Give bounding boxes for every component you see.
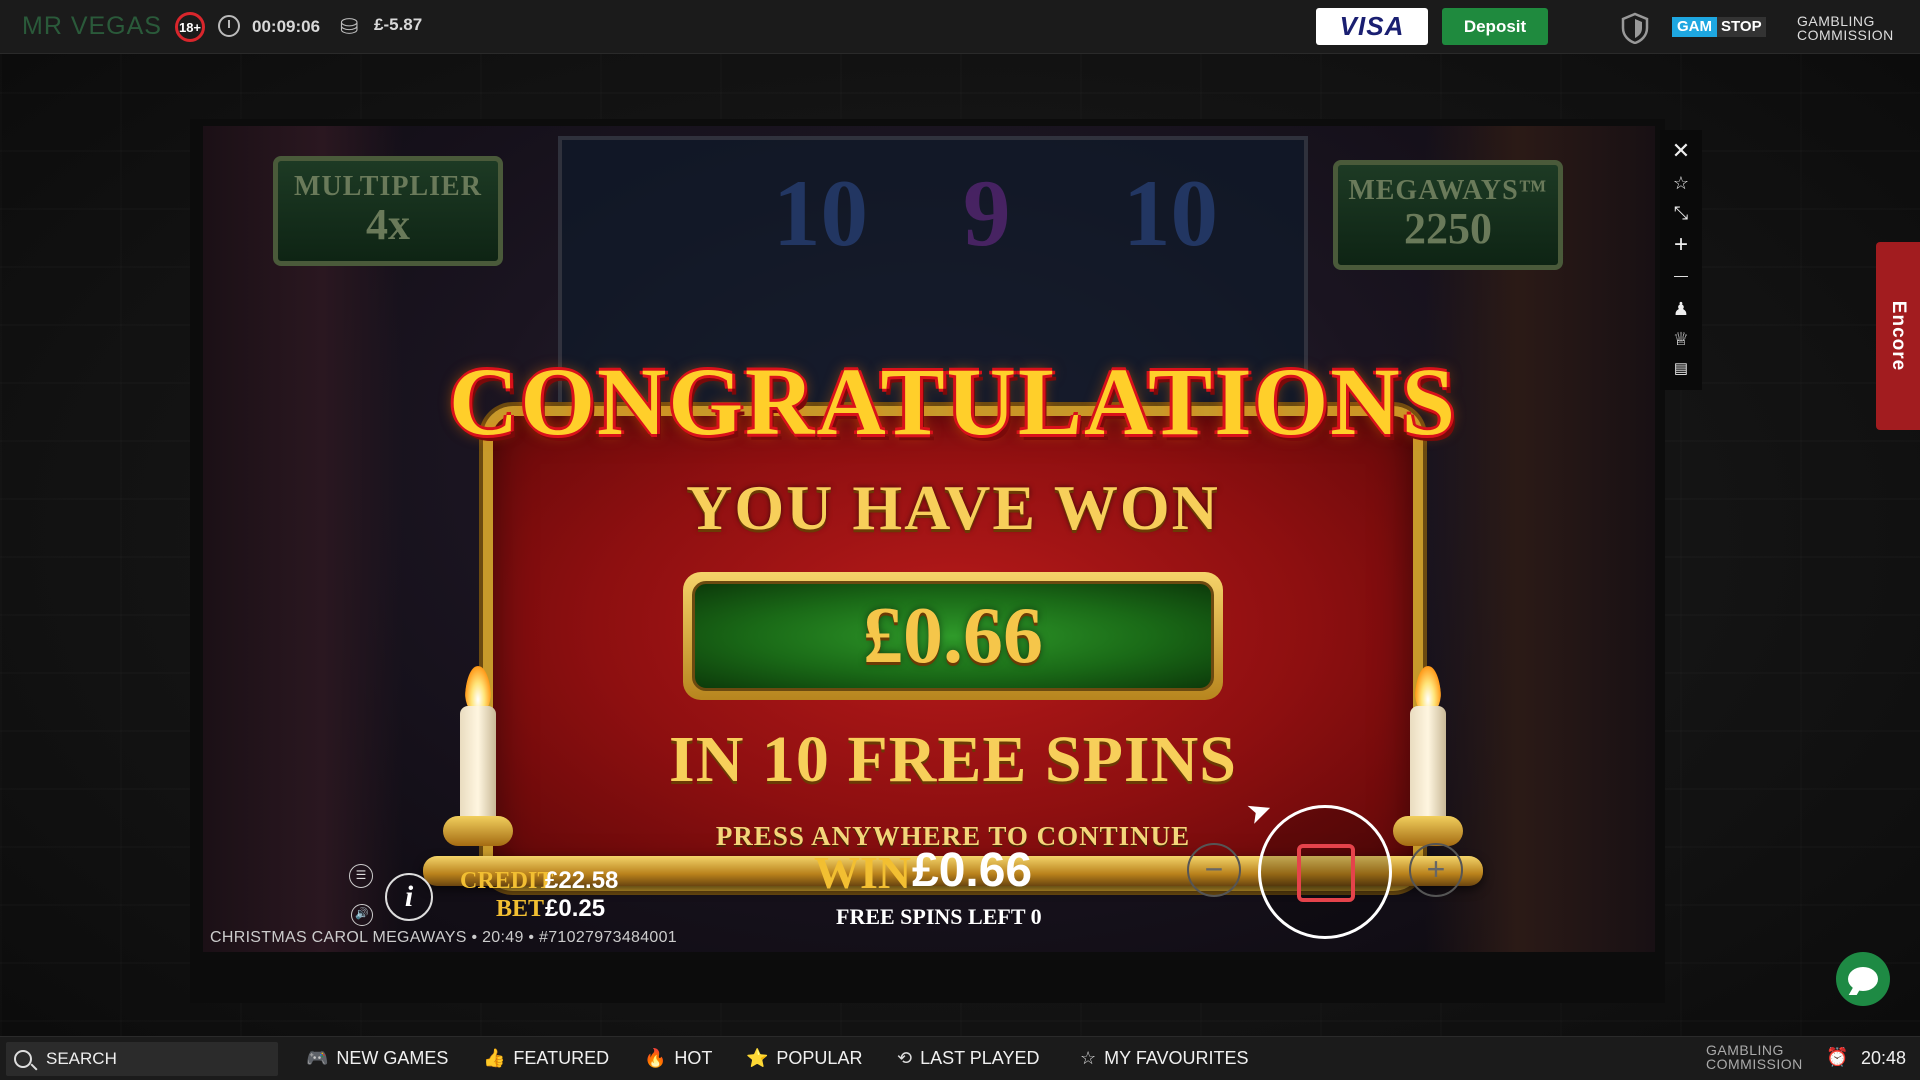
clock-icon [218, 15, 240, 37]
thumbs-up-icon: 👍 [483, 1048, 506, 1068]
info-icon[interactable]: i [385, 873, 433, 921]
nav-label: POPULAR [776, 1048, 863, 1068]
free-spins-left: FREE SPINS LEFT 0 [836, 904, 1042, 929]
age-restriction-badge: 18+ [175, 12, 205, 42]
zoom-out-icon[interactable]: — [1670, 264, 1692, 286]
top-bar: MR VEGAS 18+ 00:09:06 ⛁ £-5.87 VISA Depo… [0, 0, 1920, 54]
session-timer: 00:09:06 [252, 17, 321, 36]
money-icon: ⛁ [340, 14, 359, 39]
nav-last-played[interactable]: ⟲ LAST PLAYED [897, 1048, 1039, 1069]
menu-icon[interactable]: ☰ [349, 864, 373, 888]
megaways-title: MEGAWAYS™ [1348, 175, 1548, 206]
game-side-toolbar: ✕ ☆ ⤡ + — ♟ ♕ ▤ [1660, 130, 1702, 390]
bet-label: BET [496, 896, 545, 922]
you-have-won-text: YOU HAVE WON [686, 472, 1220, 543]
search-label: SEARCH [46, 1049, 117, 1068]
gamstop-stop: STOP [1717, 17, 1766, 37]
gambling-commission-footer[interactable]: GAMBLING COMMISSION [1706, 1043, 1803, 1071]
megaways-value: 2250 [1404, 204, 1492, 253]
bottom-nav: SEARCH 🎮 NEW GAMES 👍 FEATURED 🔥 HOT ⭐ PO… [0, 1036, 1920, 1080]
encore-tab[interactable]: Encore [1876, 242, 1920, 430]
zoom-in-icon[interactable]: + [1670, 233, 1692, 257]
search-input[interactable]: SEARCH [6, 1042, 278, 1076]
win-amount: £0.66 [863, 591, 1043, 680]
gamstop-link[interactable]: GAM STOP [1672, 17, 1766, 37]
game-canvas[interactable]: 10 9 10 MULTIPLIER 4x MEGAWAYS™ 2250 CON… [203, 126, 1655, 952]
deposit-button[interactable]: Deposit [1442, 8, 1548, 45]
stop-icon [1297, 844, 1355, 902]
sound-icon[interactable]: 🔊 [351, 904, 373, 926]
free-spins-text: IN 10 FREE SPINS [669, 723, 1237, 796]
congratulations-title: CONGRATULATIONS [449, 348, 1457, 455]
credit-label: CREDIT [460, 868, 554, 894]
popular-icon: ⭐ [746, 1048, 769, 1068]
nav-label: MY FAVOURITES [1104, 1048, 1249, 1068]
gambling-commission-link[interactable]: GAMBLING COMMISSION [1797, 14, 1894, 42]
reel-symbol: 10 [1123, 160, 1218, 266]
gc-line2: COMMISSION [1797, 27, 1894, 43]
bet-increase-button[interactable]: + [1409, 843, 1463, 897]
nav-my-favourites[interactable]: ☆ MY FAVOURITES [1080, 1048, 1249, 1069]
gc-line1: GAMBLING [1797, 13, 1875, 29]
bet-value: £0.25 [545, 895, 606, 922]
nav-popular[interactable]: ⭐ POPULAR [746, 1048, 862, 1069]
encore-label: Encore [1888, 300, 1910, 372]
bet-decrease-button[interactable]: − [1187, 843, 1241, 897]
live-chat-button[interactable] [1836, 952, 1890, 1006]
chat-icon[interactable]: ▤ [1670, 358, 1692, 380]
visa-button[interactable]: VISA [1316, 8, 1428, 45]
history-icon: ⟲ [897, 1048, 913, 1068]
trophy-icon[interactable]: ♕ [1670, 328, 1692, 350]
win-value: £0.66 [912, 844, 1033, 897]
star-icon: ☆ [1080, 1048, 1097, 1068]
user-icon[interactable]: ♟ [1670, 298, 1692, 320]
site-logo[interactable]: MR VEGAS [22, 12, 162, 41]
multiplier-title: MULTIPLIER [294, 171, 482, 202]
gc-line1: GAMBLING [1706, 1042, 1784, 1058]
gamepad-icon: 🎮 [306, 1048, 329, 1068]
reel-symbol: 10 [773, 160, 868, 266]
gamstop-gam: GAM [1672, 17, 1717, 37]
star-icon[interactable]: ☆ [1670, 172, 1692, 194]
nav-label: HOT [674, 1048, 713, 1068]
reel-symbol: 9 [963, 160, 1011, 266]
multiplier-value: 4x [366, 200, 410, 249]
alarm-clock-icon: ⏰ [1826, 1047, 1849, 1067]
chat-bubble-icon [1848, 967, 1878, 991]
search-icon [14, 1050, 32, 1068]
win-label: WIN [814, 847, 912, 898]
clock-time: 20:48 [1861, 1048, 1907, 1068]
shrink-icon[interactable]: ⤡ [1670, 202, 1692, 224]
gc-line2: COMMISSION [1706, 1056, 1803, 1072]
nav-featured[interactable]: 👍 FEATURED [483, 1048, 609, 1069]
spin-stop-button[interactable]: ➤ [1242, 792, 1392, 939]
credit-value: £22.58 [545, 867, 619, 894]
nav-label: NEW GAMES [336, 1048, 449, 1068]
close-icon[interactable]: ✕ [1670, 140, 1692, 162]
nav-label: LAST PLAYED [920, 1048, 1040, 1068]
shield-icon[interactable] [1620, 12, 1650, 44]
session-balance-change: £-5.87 [374, 15, 423, 34]
game-info-text: CHRISTMAS CAROL MEGAWAYS • 20:49 • #7102… [210, 929, 678, 946]
flame-icon: 🔥 [644, 1048, 667, 1068]
nav-new-games[interactable]: 🎮 NEW GAMES [306, 1048, 448, 1069]
nav-label: FEATURED [513, 1048, 610, 1068]
win-amount-plaque: £0.66 [683, 572, 1223, 700]
multiplier-sign: MULTIPLIER 4x [273, 156, 503, 266]
nav-hot[interactable]: 🔥 HOT [644, 1048, 712, 1069]
megaways-sign: MEGAWAYS™ 2250 [1333, 160, 1563, 270]
